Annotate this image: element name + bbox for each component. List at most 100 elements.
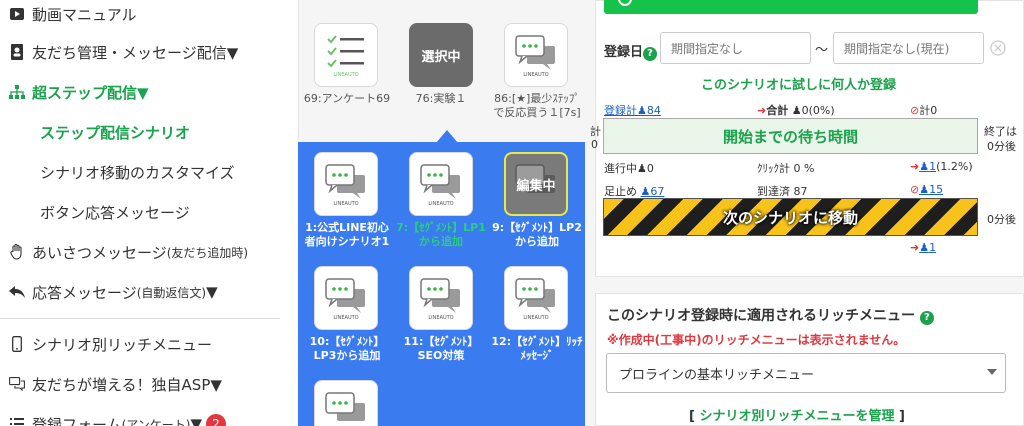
wait-time-bar[interactable]: 開始までの待ち時間 [603, 118, 978, 154]
scenario-tile[interactable]: LINEAUTO [314, 266, 378, 330]
chat-bubbles-icon [6, 377, 28, 391]
sidebar-item-sublabel: (アンケート) [121, 417, 191, 426]
block-stat-2: ⊘♟15 [910, 183, 944, 196]
in-progress-stat: 進行中♟0 [604, 162, 654, 175]
help-icon[interactable]: ? [919, 310, 934, 325]
scenario-caption: 9:【ｾｸﾞﾒﾝﾄ】LP2から追加 [492, 221, 582, 248]
sidebar-item-sublabel: (友だち追加時) [166, 245, 249, 260]
sidebar-item-rich-menu[interactable]: シナリオ別リッチメニュー [0, 324, 212, 364]
sidebar-item-label: 友だちが増える！独自ASP▼ [32, 375, 222, 394]
sidebar-item-label: 応答メッセージ [32, 283, 137, 302]
sidebar-item-friends-manage[interactable]: 友だち管理・メッセージ配信▼ [0, 32, 238, 72]
chevron-down-icon: ▼ [190, 415, 202, 426]
svg-text:LINEAUTO: LINEAUTO [333, 201, 358, 207]
sidebar-item-form[interactable]: 登録フォーム (アンケート) ▼ 2 [0, 404, 226, 426]
help-icon[interactable]: ? [643, 46, 658, 61]
block-stat: ⊘計0 [910, 104, 938, 117]
scenario-tile[interactable] [314, 380, 378, 426]
clear-icon[interactable] [990, 40, 1006, 60]
scenario-tile-selected[interactable]: 選択中 [409, 23, 473, 87]
sidebar-item-greeting[interactable]: あいさつメッセージ (友だち追加時) [0, 232, 248, 272]
user-icon: ♟ [637, 104, 647, 117]
mobile-phone-icon [6, 336, 28, 352]
date-to-input[interactable]: 期間指定なし(現在) [833, 32, 984, 64]
editing-label: 編集中 [516, 178, 556, 194]
tilde: 〜 [815, 43, 829, 58]
scenario-tile[interactable]: LINEAUTO [314, 152, 378, 216]
rich-menu-select[interactable]: プロラインの基本リッチメニュー [606, 353, 1006, 393]
chat-bubbles-icon: LINEAUTO [515, 278, 555, 321]
notification-badge: 2 [206, 414, 226, 426]
chat-bubbles-icon: LINEAUTO [325, 164, 365, 207]
sidebar-item-video-manual[interactable]: 動画マニュアル [0, 0, 137, 34]
sidebar-item-label: 登録フォーム [32, 415, 122, 426]
exit-stat: ➜♟1(1.2%) [910, 160, 973, 173]
exit-icon: ➜ [757, 104, 767, 117]
sidebar-subitem-button-reply[interactable]: ボタン応答メッセージ [40, 202, 190, 223]
end-after: 0分後 [987, 140, 1016, 153]
reached-stat: 到達済 87 [757, 185, 808, 198]
svg-text:LINEAUTO: LINEAUTO [333, 72, 358, 77]
svg-text:LINEAUTO: LINEAUTO [523, 72, 548, 78]
scenario-caption: 76:実験１ [415, 92, 467, 105]
sidebar-item-super-step[interactable]: 超ステップ配信▼ [0, 72, 149, 112]
move-after: 0分後 [987, 213, 1016, 226]
sidebar-item-label: 動画マニュアル [32, 5, 137, 24]
sidebar: 動画マニュアル 友だち管理・メッセージ配信▼ 超ステップ配信▼ ステップ配信シナ… [0, 0, 298, 426]
scenario-tile-editing[interactable]: 編集中 [504, 152, 568, 216]
date-from-input[interactable]: 期間指定なし [660, 32, 811, 64]
block-icon: ⊘ [910, 183, 920, 196]
left-total-label: 計 [590, 125, 601, 138]
save-button[interactable] [604, 0, 978, 14]
left-total-value: 0 [591, 138, 598, 151]
chat-bubbles-icon [325, 392, 365, 421]
scenario-tile[interactable]: LINEAUTO [314, 23, 378, 87]
chat-bubbles-icon: LINEAUTO [325, 278, 365, 321]
chat-bubbles-icon: LINEAUTO [515, 35, 555, 78]
exit-stat-2: ➜♟1 [910, 241, 937, 254]
selected-label: 選択中 [421, 49, 461, 65]
sidebar-item-label: 友だち管理・メッセージ配信▼ [32, 43, 239, 62]
user-icon: ♟ [919, 241, 930, 254]
scenario-caption: 86:[★]最少ｽﾃｯﾌﾟで反応買う１[7s] [493, 92, 581, 119]
trial-register-link[interactable]: このシナリオに試しに何人か登録 [701, 74, 896, 93]
manage-rich-menu-link[interactable]: [ シナリオ別リッチメニューを管理 ] [689, 405, 905, 424]
chat-bubbles-icon: LINEAUTO [420, 278, 460, 321]
sidebar-item-label: あいさつメッセージ [32, 243, 167, 262]
sidebar-item-asp[interactable]: 友だちが増える！独自ASP▼ [0, 364, 222, 404]
list-icon [6, 418, 28, 426]
reg-total: 登録計♟84 [604, 104, 661, 117]
scenario-caption: 69:アンケート69 [303, 92, 391, 105]
sidebar-item-auto-reply[interactable]: 応答メッセージ (自動返信文) ▼ [0, 272, 218, 312]
reply-icon [6, 286, 28, 298]
scenario-tile[interactable]: LINEAUTO [504, 266, 568, 330]
stopped-stat: 足止め ♟67 [604, 185, 665, 198]
sidebar-item-label: シナリオ別リッチメニュー [32, 335, 213, 354]
hand-icon [6, 244, 28, 260]
sidebar-subitem-step-scenario[interactable]: ステップ配信シナリオ [40, 122, 190, 143]
user-icon: ♟ [637, 162, 647, 175]
sidebar-item-label: 超ステップ配信▼ [32, 83, 149, 102]
move-next-scenario-bar[interactable]: 次のシナリオに移動 [603, 198, 978, 236]
svg-text:LINEAUTO: LINEAUTO [428, 201, 453, 207]
svg-text:LINEAUTO: LINEAUTO [428, 315, 453, 321]
scenario-tile[interactable]: LINEAUTO [504, 23, 568, 87]
sidebar-item-sublabel: (自動返信文) [136, 285, 207, 300]
play-icon [6, 7, 28, 21]
user-icon: ♟ [791, 104, 802, 117]
scenario-caption: 1:公式LINE初心者向けシナリオ1 [304, 221, 390, 248]
scenario-tile[interactable]: LINEAUTO [409, 152, 473, 216]
svg-text:LINEAUTO: LINEAUTO [333, 315, 358, 321]
sum-stat: ➜合計 ♟0(0%) [757, 104, 835, 117]
chevron-down-icon [987, 369, 997, 375]
block-icon: ⊘ [910, 104, 920, 117]
contact-book-icon [6, 44, 28, 60]
user-icon: ♟ [919, 183, 930, 196]
sitemap-icon [6, 85, 28, 99]
sidebar-subitem-scenario-move[interactable]: シナリオ移動のカスタマイズ [40, 162, 235, 183]
scenario-caption: 7:【ｾｸﾞﾒﾝﾄ】LP1から追加 [396, 221, 486, 248]
rich-menu-warning: ※作成中(工事中)のリッチメニューは表示されません。 [607, 333, 906, 347]
divider [0, 318, 280, 319]
reg-total-link[interactable]: 84 [647, 104, 661, 117]
scenario-tile[interactable]: LINEAUTO [409, 266, 473, 330]
